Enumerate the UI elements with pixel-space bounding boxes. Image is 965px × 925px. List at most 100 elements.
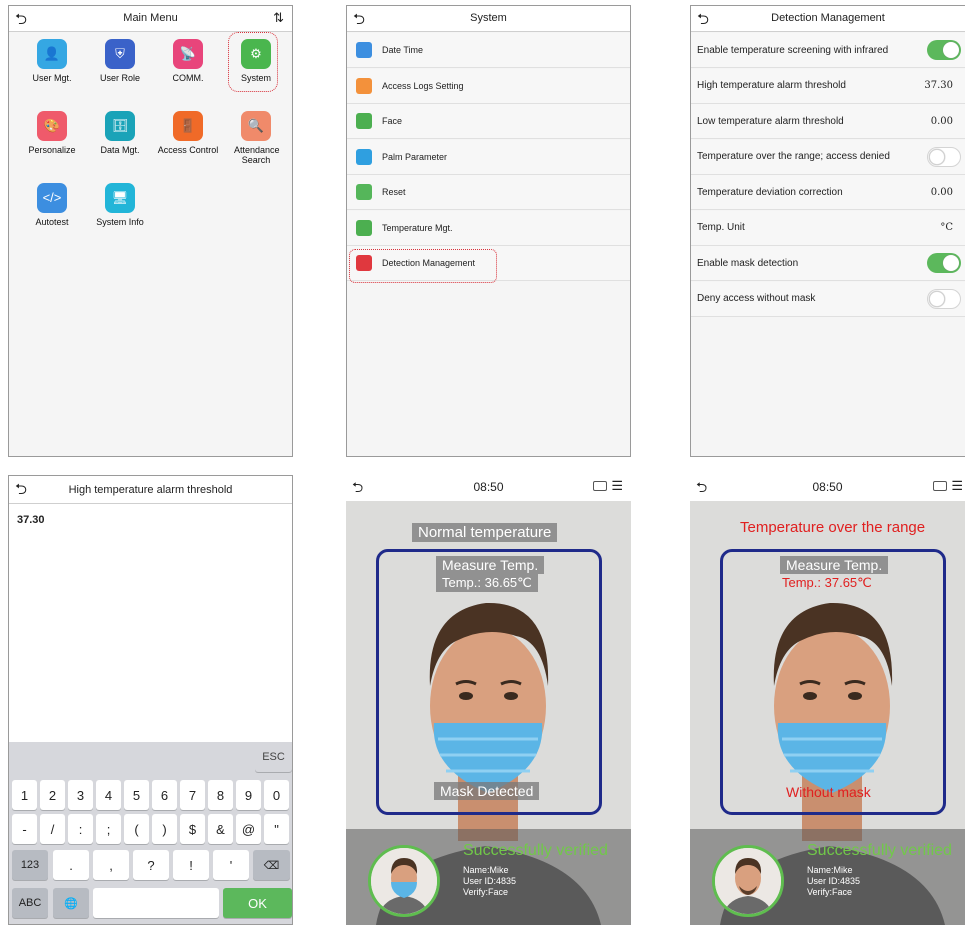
temperature-reading: Temp.: 36.65℃: [436, 574, 538, 592]
status-bar: ⮌ 08:50 ☰: [690, 475, 965, 501]
verify-screen-normal: ⮌ 08:50 ☰ Normal temperature Measure Tem…: [346, 475, 631, 925]
digit-key[interactable]: 5: [124, 780, 149, 810]
system-menu-item[interactable]: Palm Parameter: [347, 139, 630, 175]
mask-status: Mask Detected: [434, 782, 540, 800]
detection-setting-row[interactable]: Enable temperature screening with infrar…: [691, 33, 965, 68]
digit-key[interactable]: 4: [96, 780, 121, 810]
main-menu-screen: ⮌ Main Menu ⇅ 👤 User Mgt. ⛨ User Role 📡 COMM.…: [8, 5, 293, 457]
user-name: Name:Mike: [807, 865, 853, 875]
toggle-switch[interactable]: [927, 146, 961, 167]
menu-item[interactable]: 🚪 Access Control: [153, 111, 223, 155]
menu-icon[interactable]: ☰: [951, 478, 963, 494]
toggle-switch[interactable]: [927, 40, 961, 60]
system-menu-item[interactable]: Reset: [347, 175, 630, 210]
selection-highlight: [228, 32, 278, 92]
space-key[interactable]: [93, 888, 219, 918]
system-menu-item[interactable]: Date Time: [347, 33, 630, 68]
symbol-key[interactable]: (: [124, 814, 149, 844]
user-avatar: [712, 845, 784, 917]
system-menu-item[interactable]: Temperature Mgt.: [347, 210, 630, 246]
menu-item[interactable]: 👤 User Mgt.: [17, 39, 87, 83]
menu-item[interactable]: 🖥 System Info: [85, 183, 155, 227]
menu-item-label: Access Control: [157, 145, 219, 155]
menu-item[interactable]: ⛨ User Role: [85, 39, 155, 83]
menu-icon[interactable]: ☰: [611, 478, 623, 494]
backspace-key[interactable]: ⌫: [253, 850, 290, 880]
measure-label: Measure Temp.: [780, 556, 889, 574]
digit-key[interactable]: 9: [236, 780, 261, 810]
symbol-key[interactable]: .: [53, 850, 89, 880]
symbol-key[interactable]: /: [40, 814, 65, 844]
threshold-input[interactable]: 37.30: [17, 514, 45, 526]
symbol-key[interactable]: ;: [96, 814, 121, 844]
system-menu-item[interactable]: Access Logs Setting: [347, 68, 630, 104]
ok-button[interactable]: OK: [223, 888, 292, 918]
code-icon: </>: [37, 183, 67, 213]
symbol-key[interactable]: &: [208, 814, 233, 844]
system-screen: ⮌ System Date Time Access Logs Setting Fac…: [346, 5, 631, 457]
sort-icon[interactable]: ⇅: [273, 10, 284, 26]
globe-icon[interactable]: 🌐: [53, 888, 89, 918]
setting-label: Temperature deviation correction: [697, 186, 843, 198]
symbol-key[interactable]: $: [180, 814, 205, 844]
menu-item[interactable]: 📡 COMM.: [153, 39, 223, 83]
toggle-knob: [929, 148, 945, 165]
detection-setting-row[interactable]: Temperature over the range; access denie…: [691, 139, 965, 175]
symbol-key[interactable]: @: [236, 814, 261, 844]
symbol-key[interactable]: ): [152, 814, 177, 844]
menu-item-label: Autotest: [35, 217, 69, 227]
symbol-key[interactable]: ?: [133, 850, 169, 880]
temperature-reading: Temp.: 37.65℃: [782, 575, 872, 590]
face-icon: [356, 113, 372, 129]
system-menu-item[interactable]: Face: [347, 104, 630, 139]
digit-key[interactable]: 2: [40, 780, 65, 810]
detection-setting-row[interactable]: Deny access without mask: [691, 281, 965, 317]
digit-key[interactable]: 3: [68, 780, 93, 810]
detection-setting-row[interactable]: High temperature alarm threshold 37.30: [691, 68, 965, 104]
page-title: High temperature alarm threshold: [68, 484, 233, 496]
symbol-key[interactable]: ,: [93, 850, 129, 880]
detection-setting-row[interactable]: Temp. Unit °C: [691, 210, 965, 246]
digit-key[interactable]: 7: [180, 780, 205, 810]
digit-key[interactable]: 1: [12, 780, 37, 810]
symbol-key[interactable]: ': [213, 850, 249, 880]
symbol-key[interactable]: :: [68, 814, 93, 844]
clock-time: 08:50: [473, 480, 504, 494]
menu-item[interactable]: </> Autotest: [17, 183, 87, 227]
digit-key[interactable]: 8: [208, 780, 233, 810]
menu-item-label: Data Mgt.: [100, 145, 140, 155]
abc-mode-key[interactable]: ABC: [12, 888, 48, 918]
setting-label: Temp. Unit: [697, 222, 745, 233]
main-menu-header: ⮌ Main Menu ⇅: [9, 6, 292, 32]
toggle-switch[interactable]: [927, 253, 961, 273]
user-icon: 👤: [37, 39, 67, 69]
detection-setting-row[interactable]: Enable mask detection: [691, 246, 965, 281]
esc-key[interactable]: ESC: [255, 742, 292, 772]
digit-key[interactable]: 0: [264, 780, 289, 810]
user-info: Name:Mike User ID:4835 Verify:Face: [807, 865, 860, 898]
satellite-icon: 📡: [173, 39, 203, 69]
menu-item[interactable]: 🎨 Personalize: [17, 111, 87, 155]
menu-item[interactable]: 🔍 Attendance Search: [221, 111, 291, 165]
setting-value: 0.00: [930, 186, 953, 198]
digit-key[interactable]: 6: [152, 780, 177, 810]
symbol-key[interactable]: ": [264, 814, 289, 844]
detection-header: ⮌ Detection Management: [691, 6, 965, 32]
setting-label: Temperature over the range; access denie…: [697, 151, 890, 162]
detection-setting-row[interactable]: Low temperature alarm threshold 0.00: [691, 104, 965, 139]
setting-value: °C: [940, 222, 953, 233]
numeric-mode-key[interactable]: 123: [12, 850, 48, 880]
temperature-banner: Normal temperature: [412, 523, 558, 542]
user-avatar: [368, 845, 440, 917]
symbol-key[interactable]: -: [12, 814, 37, 844]
page-title: Detection Management: [771, 12, 885, 24]
toggle-switch[interactable]: [927, 288, 961, 309]
user-id: User ID:4835: [463, 876, 517, 886]
database-icon: 🗄: [105, 111, 135, 141]
setting-value: 0.00: [930, 115, 953, 127]
user-id: User ID:4835: [807, 876, 861, 886]
symbol-key[interactable]: !: [173, 850, 209, 880]
toggle-knob: [943, 42, 959, 58]
detection-setting-row[interactable]: Temperature deviation correction 0.00: [691, 175, 965, 210]
menu-item[interactable]: 🗄 Data Mgt.: [85, 111, 155, 155]
